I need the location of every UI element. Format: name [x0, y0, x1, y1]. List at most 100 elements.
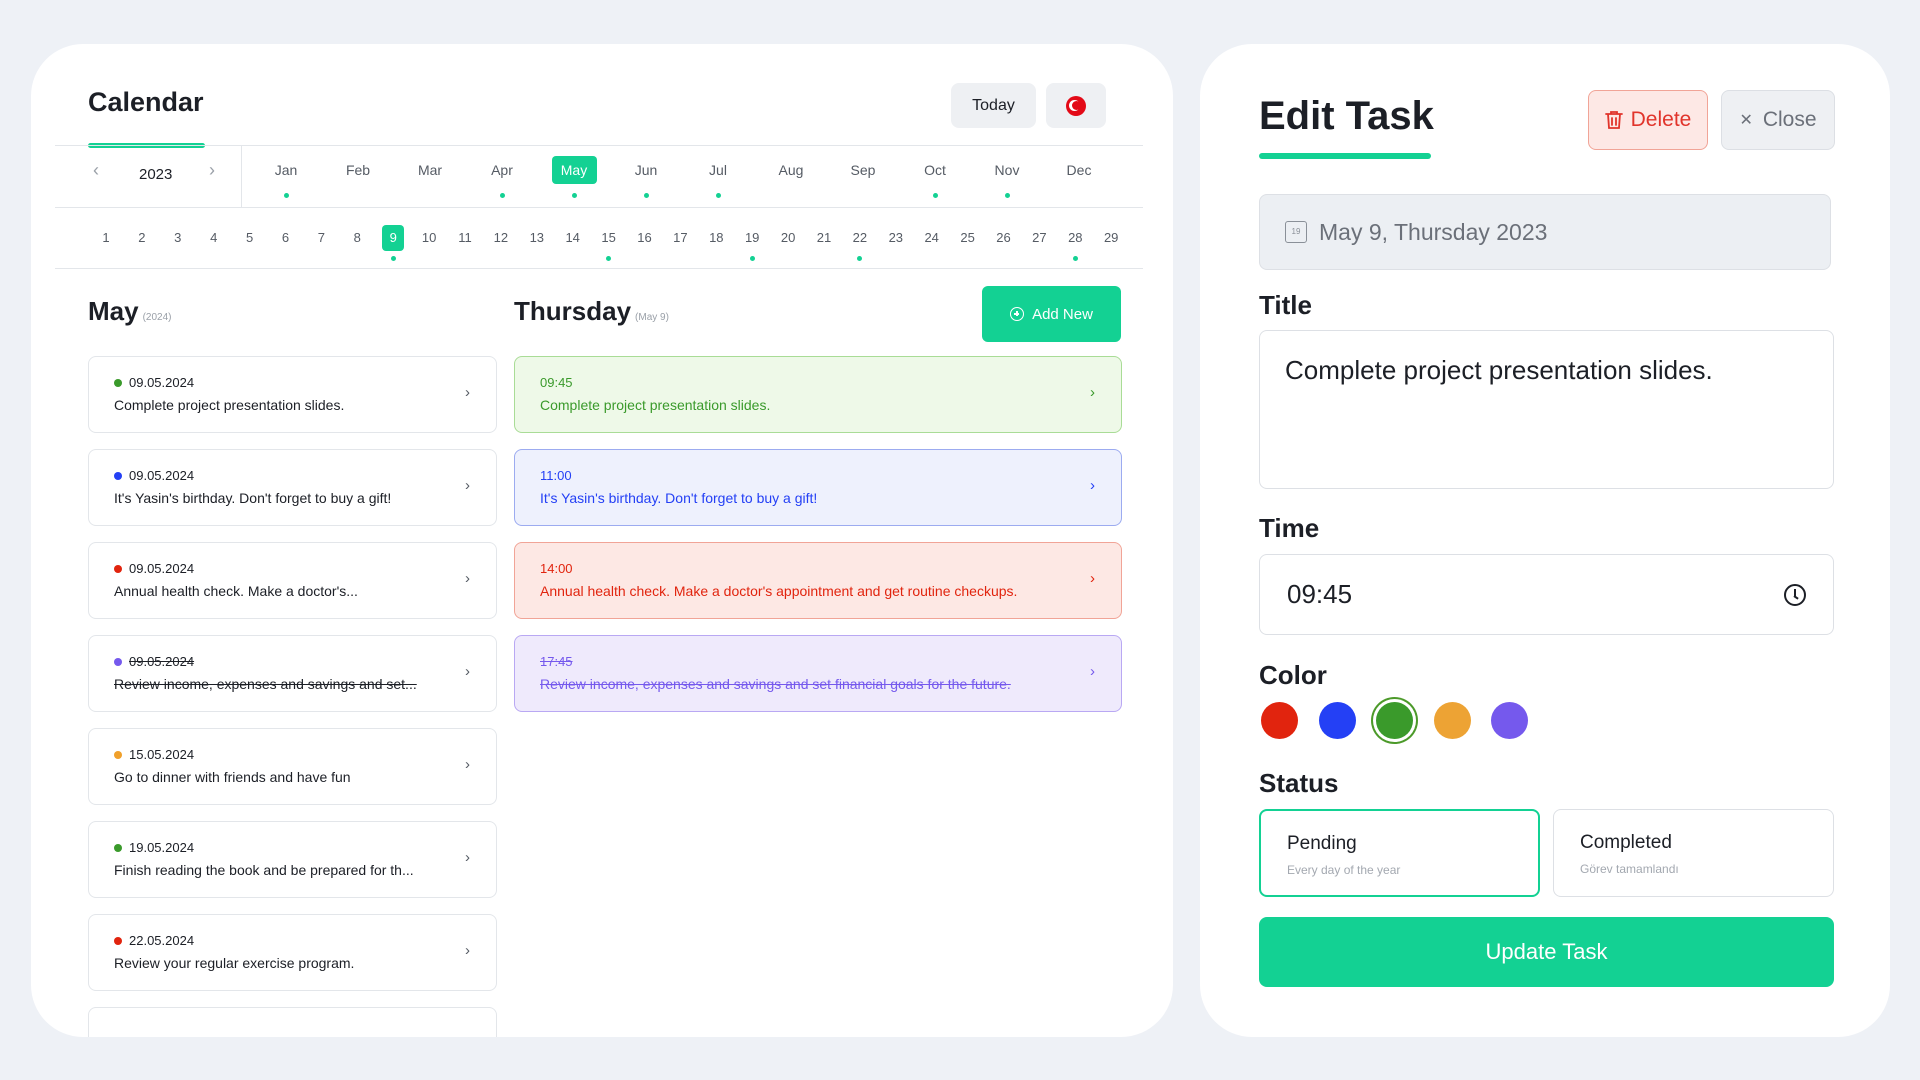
month-nov[interactable]: Nov: [981, 156, 1033, 184]
month-jun[interactable]: Jun: [620, 156, 672, 184]
title-input[interactable]: [1259, 330, 1834, 489]
month-jan[interactable]: Jan: [260, 156, 312, 184]
event-dot: [643, 193, 649, 198]
today-button[interactable]: Today: [951, 83, 1036, 128]
status-pending[interactable]: Pending Every day of the year: [1259, 809, 1540, 897]
event-dot: [857, 256, 863, 261]
close-icon: ✕: [1739, 112, 1753, 129]
day-24[interactable]: 24: [921, 225, 943, 251]
day-5[interactable]: 5: [239, 225, 261, 251]
divider: [55, 207, 1143, 208]
plus-circle-icon: [1010, 307, 1025, 321]
day-9[interactable]: 9: [382, 225, 405, 251]
day-7[interactable]: 7: [310, 225, 332, 251]
task-text: Complete project presentation slides.: [114, 397, 345, 413]
day-10[interactable]: 10: [418, 225, 440, 251]
language-button[interactable]: [1046, 83, 1106, 128]
delete-label: Delete: [1630, 108, 1692, 131]
event-card[interactable]: 17:45 Review income, expenses and savings…: [514, 635, 1122, 712]
task-card[interactable]: 22.05.2024 Review your regular exercise p…: [88, 914, 497, 991]
title-underline: [1259, 153, 1431, 159]
month-jul[interactable]: Jul: [692, 156, 744, 184]
event-dot: [571, 193, 577, 198]
time-label: Time: [1259, 513, 1320, 543]
color-dot: [114, 750, 122, 759]
task-card[interactable]: 09.05.2024 Annual health check. Make a do…: [88, 542, 497, 619]
day-4[interactable]: 4: [203, 225, 225, 251]
add-new-button[interactable]: Add New: [982, 286, 1121, 342]
clock-icon[interactable]: [1784, 583, 1806, 606]
day-21[interactable]: 21: [813, 225, 835, 251]
day-17[interactable]: 17: [669, 225, 691, 251]
color-swatch[interactable]: [1318, 702, 1356, 739]
close-label: Close: [1762, 108, 1817, 131]
edit-task-title: Edit Task: [1259, 94, 1434, 138]
day-14[interactable]: 14: [562, 225, 584, 251]
task-card[interactable]: 09.05.2024 It's Yasin's birthday. Don't f…: [88, 449, 497, 526]
chevron-right-icon: ›: [465, 570, 470, 587]
event-text: Review income, expenses and savings and …: [540, 676, 1011, 692]
delete-button[interactable]: Delete: [1588, 90, 1708, 150]
task-card[interactable]: 09.05.2024 Complete project presentation …: [88, 356, 497, 433]
chevron-left-icon[interactable]: ‹: [93, 160, 99, 181]
month-dec[interactable]: Dec: [1053, 156, 1105, 184]
task-date: 09.05.2024: [114, 561, 194, 576]
color-swatch[interactable]: [1261, 702, 1298, 739]
task-date: 15.05.2024: [114, 747, 194, 762]
event-time: 09:45: [540, 375, 573, 390]
color-swatch[interactable]: [1433, 702, 1471, 739]
day-29[interactable]: 29: [1100, 225, 1122, 251]
task-card[interactable]: 15.05.2024 Go to dinner with friends and …: [88, 728, 497, 805]
event-card[interactable]: 14:00 Annual health check. Make a doctor'…: [514, 542, 1122, 619]
status-title: Completed: [1580, 832, 1672, 853]
color-dot: [114, 843, 122, 852]
date-field[interactable]: 19 May 9, Thursday 2023: [1259, 194, 1831, 270]
day-20[interactable]: 20: [777, 225, 799, 251]
task-card[interactable]: [88, 1007, 497, 1037]
day-19[interactable]: 19: [741, 225, 763, 251]
month-feb[interactable]: Feb: [332, 156, 384, 184]
month-aug[interactable]: Aug: [765, 156, 817, 184]
day-6[interactable]: 6: [275, 225, 297, 251]
day-13[interactable]: 13: [526, 225, 548, 251]
trash-icon: [1604, 111, 1623, 129]
divider: [55, 268, 1143, 269]
month-may[interactable]: May: [551, 156, 597, 184]
day-22[interactable]: 22: [849, 225, 871, 251]
day-15[interactable]: 15: [598, 225, 620, 251]
color-swatch[interactable]: [1376, 702, 1413, 739]
event-dot: [1004, 193, 1010, 198]
day-11[interactable]: 11: [454, 225, 476, 251]
month-oct[interactable]: Oct: [909, 156, 961, 184]
task-card[interactable]: 09.05.2024 Review income, expenses and sa…: [88, 635, 497, 712]
month-apr[interactable]: Apr: [476, 156, 528, 184]
chevron-right-icon[interactable]: ›: [209, 160, 215, 181]
day-23[interactable]: 23: [885, 225, 907, 251]
day-2[interactable]: 2: [131, 225, 153, 251]
time-input[interactable]: 09:45: [1259, 554, 1834, 635]
color-swatch[interactable]: [1491, 702, 1528, 739]
day-8[interactable]: 8: [346, 225, 368, 251]
event-card[interactable]: 11:00 It's Yasin's birthday. Don't forget…: [514, 449, 1122, 526]
day-26[interactable]: 26: [993, 225, 1015, 251]
task-card[interactable]: 19.05.2024 Finish reading the book and be…: [88, 821, 497, 898]
day-16[interactable]: 16: [634, 225, 656, 251]
month-sep[interactable]: Sep: [837, 156, 889, 184]
day-18[interactable]: 18: [705, 225, 727, 251]
chevron-right-icon: ›: [465, 663, 470, 680]
day-25[interactable]: 25: [957, 225, 979, 251]
day-27[interactable]: 27: [1028, 225, 1050, 251]
day-3[interactable]: 3: [167, 225, 189, 251]
month-mar[interactable]: Mar: [404, 156, 456, 184]
day-12[interactable]: 12: [490, 225, 512, 251]
divider: [55, 145, 1143, 146]
event-dot: [932, 193, 938, 198]
add-new-label: Add New: [1032, 305, 1093, 323]
day-28[interactable]: 28: [1064, 225, 1086, 251]
close-button[interactable]: ✕ Close: [1721, 90, 1835, 150]
day-1[interactable]: 1: [95, 225, 117, 251]
update-task-button[interactable]: Update Task: [1259, 917, 1834, 987]
title-label: Title: [1259, 290, 1312, 320]
event-card[interactable]: 09:45 Complete project presentation slide…: [514, 356, 1122, 433]
status-completed[interactable]: Completed Görev tamamlandı: [1553, 809, 1834, 897]
